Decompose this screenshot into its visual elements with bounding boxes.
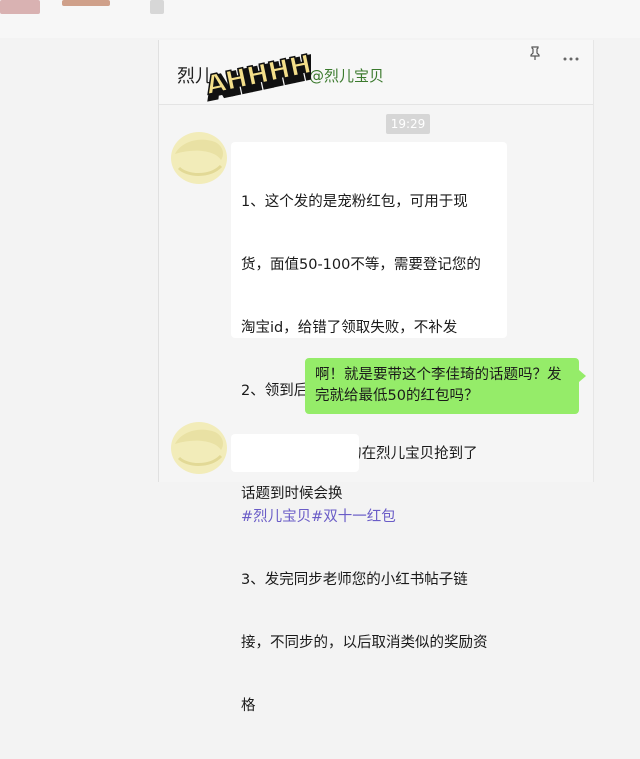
timestamp-badge: 19:29	[386, 114, 430, 134]
message-line: 3、发完同步老师您的小红书帖子链	[241, 572, 468, 588]
blurred-icon	[150, 0, 164, 14]
message-bubble-incoming[interactable]: 话题到时候会换	[231, 434, 359, 502]
hashtag-line[interactable]: #烈儿宝贝#双十一红包	[241, 507, 497, 528]
message-line: 完就给最低50的红包吗？	[315, 388, 479, 404]
more-icon[interactable]	[563, 46, 579, 65]
bubble-tail	[579, 370, 586, 382]
contact-avatar[interactable]	[169, 418, 229, 476]
message-bubble-incoming[interactable]: 1、这个发的是宠粉红包，可用于现 货，面值50-100不等，需要登记您的 淘宝i…	[231, 142, 507, 714]
blurred-avatar-mid	[62, 0, 110, 6]
message-line: 格	[241, 698, 256, 714]
blurred-avatar-left	[0, 0, 40, 14]
chat-header: 烈儿 @烈儿宝贝 AHHHH! AHHHH!	[159, 40, 593, 106]
pin-icon[interactable]	[529, 46, 541, 64]
message-line: 淘宝id，给错了领取失败，不补发	[241, 320, 458, 336]
chat-window: 烈儿 @烈儿宝贝 AHHHH! AHHHH! 19:29 1、这个发的是宠粉红包…	[158, 40, 594, 714]
top-strip	[0, 0, 640, 38]
message-line: 货，面值50-100不等，需要登记您的	[241, 257, 481, 273]
chat-handle: @烈儿宝贝	[309, 67, 385, 85]
message-line: 啊！就是要带这个李佳琦的话题吗？发	[315, 367, 562, 383]
message-line: 接，不同步的，以后取消类似的奖励资	[241, 635, 488, 651]
message-line: 话题到时候会换	[241, 486, 343, 502]
message-line: 1、这个发的是宠粉红包，可用于现	[241, 194, 468, 210]
contact-avatar[interactable]	[169, 128, 229, 186]
ahhhh-sticker: AHHHH! AHHHH!	[202, 46, 311, 106]
message-bubble-outgoing[interactable]: 啊！就是要带这个李佳琦的话题吗？发 完就给最低50的红包吗？	[305, 358, 579, 414]
